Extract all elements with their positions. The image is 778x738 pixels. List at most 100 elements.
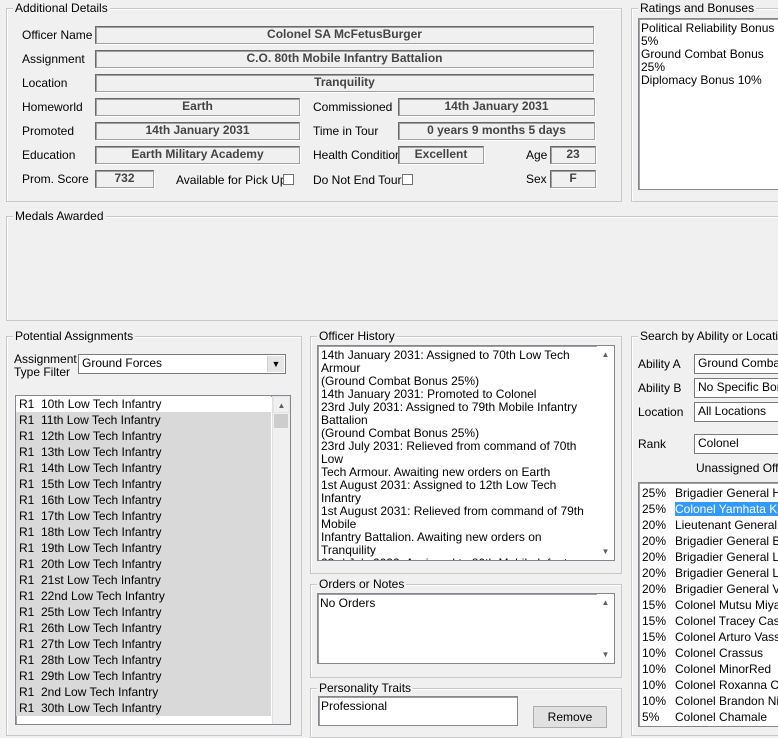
officer-row[interactable]: 10% Colonel Brandon Nich: [639, 693, 778, 709]
ability-a-dropdown[interactable]: Ground Combat B: [694, 354, 778, 374]
health-condition-value: Excellent: [398, 146, 484, 164]
list-item[interactable]: R1 14th Low Tech Infantry: [16, 460, 271, 476]
scroll-up-icon[interactable]: ▲: [273, 396, 290, 413]
officer-row[interactable]: 15% Colonel Mutsu Miya: [639, 597, 778, 613]
list-item[interactable]: R1 16th Low Tech Infantry: [16, 492, 271, 508]
list-item[interactable]: R1 10th Low Tech Infantry: [16, 396, 271, 412]
list-item[interactable]: R1 19th Low Tech Infantry: [16, 540, 271, 556]
officer-name: Brigadier General Luk: [675, 566, 778, 580]
available-for-pickup-checkbox[interactable]: [283, 174, 294, 185]
search-location-label: Location: [638, 405, 684, 419]
list-item[interactable]: R1 22nd Low Tech Infantry: [16, 588, 271, 604]
orders-scrollbar[interactable]: ▲ ▼: [597, 594, 614, 663]
assignment-code: R1: [19, 653, 35, 667]
assignment-name: 2nd Low Tech Infantry: [41, 685, 159, 699]
list-item[interactable]: R1 26th Low Tech Infantry: [16, 620, 271, 636]
ratings-legend: Ratings and Bonuses: [638, 1, 757, 15]
assignment-name: 16th Low Tech Infantry: [41, 493, 162, 507]
list-item[interactable]: R1 11th Low Tech Infantry: [16, 412, 271, 428]
assignment-name: 26th Low Tech Infantry: [41, 621, 162, 635]
officer-bonus: 25%: [642, 486, 667, 500]
list-item[interactable]: R1 12th Low Tech Infantry: [16, 428, 271, 444]
list-item[interactable]: R1 29th Low Tech Infantry: [16, 668, 271, 684]
prom-score-label: Prom. Score: [22, 172, 89, 186]
do-not-end-tour-checkbox[interactable]: [402, 174, 413, 185]
officer-row[interactable]: 20% Brigadier General Luc: [639, 549, 778, 565]
officer-row[interactable]: 25% Colonel Yamhata Kim: [639, 501, 778, 517]
assignment-name: 15th Low Tech Infantry: [41, 477, 162, 491]
rank-dropdown[interactable]: Colonel: [694, 434, 778, 454]
officer-history-text[interactable]: 14th January 2031: Assigned to 70th Low …: [317, 345, 615, 561]
assignment-name: 20th Low Tech Infantry: [41, 557, 162, 571]
list-item[interactable]: R1 21st Low Tech Infantry: [16, 572, 271, 588]
search-location-dropdown[interactable]: All Locations: [694, 402, 778, 422]
assignment-type-filter-dropdown[interactable]: Ground Forces ▼: [78, 354, 286, 374]
list-item[interactable]: R1 13th Low Tech Infantry: [16, 444, 271, 460]
list-item[interactable]: R1 20th Low Tech Infantry: [16, 556, 271, 572]
officer-row[interactable]: 20% Brigadier General Luk: [639, 565, 778, 581]
assignment-code: R1: [19, 701, 35, 715]
ability-b-dropdown[interactable]: No Specific Bonu: [694, 378, 778, 398]
remove-trait-button[interactable]: Remove: [533, 706, 607, 728]
orders-notes-text[interactable]: No Orders ▲ ▼: [317, 593, 615, 664]
list-item[interactable]: R1 15th Low Tech Infantry: [16, 476, 271, 492]
assignment-code: R1: [19, 621, 35, 635]
orders-notes-legend: Orders or Notes: [317, 577, 407, 591]
list-item[interactable]: R1 25th Low Tech Infantry: [16, 604, 271, 620]
potential-assignments-scrollbar[interactable]: ▲: [272, 396, 290, 724]
officer-row[interactable]: 25% Brigadier General Hay: [639, 485, 778, 501]
location-label: Location: [22, 76, 68, 90]
ratings-list[interactable]: Political Reliability Bonus 5% Ground Co…: [638, 18, 778, 190]
trait-item: Professional: [321, 699, 388, 713]
officer-row[interactable]: 10% Colonel Roxanna Cos: [639, 677, 778, 693]
personality-traits-list[interactable]: Professional: [318, 696, 518, 726]
assignment-name: 25th Low Tech Infantry: [41, 605, 162, 619]
history-scrollbar[interactable]: ▲ ▼: [597, 346, 614, 560]
officer-row[interactable]: 15% Colonel Tracey Casal: [639, 613, 778, 629]
officer-bonus: 15%: [642, 598, 667, 612]
list-item[interactable]: R1 27th Low Tech Infantry: [16, 636, 271, 652]
assignment-name: 13th Low Tech Infantry: [41, 445, 162, 459]
officer-name: Colonel Brandon Nich: [675, 694, 778, 708]
officer-name-value: Colonel SA McFetusBurger: [95, 26, 594, 44]
list-item[interactable]: R1 18th Low Tech Infantry: [16, 524, 271, 540]
scroll-up-icon[interactable]: ▲: [597, 346, 614, 363]
age-value: 23: [550, 146, 596, 164]
assignment-name: 11th Low Tech Infantry: [41, 413, 161, 427]
assignment-code: R1: [19, 557, 35, 571]
scroll-thumb[interactable]: [274, 414, 288, 428]
officer-bonus: 10%: [642, 662, 667, 676]
officer-bonus: 5%: [642, 710, 660, 724]
officer-row[interactable]: 15% Colonel Arturo Vassal: [639, 629, 778, 645]
assignment-label: Assignment: [22, 52, 85, 66]
list-item[interactable]: R1 28th Low Tech Infantry: [16, 652, 271, 668]
scroll-up-icon[interactable]: ▲: [597, 594, 614, 611]
assignment-code: R1: [19, 413, 35, 427]
sex-label: Sex: [526, 172, 547, 186]
officer-row[interactable]: 20% Lieutenant General be: [639, 517, 778, 533]
scroll-down-icon[interactable]: ▼: [597, 543, 614, 560]
officer-row[interactable]: 20% Brigadier General Val: [639, 581, 778, 597]
assignment-code: R1: [19, 605, 35, 619]
officer-name-label: Officer Name: [22, 28, 93, 42]
assignment-name: 18th Low Tech Infantry: [41, 525, 162, 539]
officer-row[interactable]: 10% Colonel MinorRed: [639, 661, 778, 677]
potential-assignments-list[interactable]: R1 10th Low Tech Infantry R1 11th Low Tech …: [15, 395, 291, 725]
officer-row[interactable]: 10% Colonel Crassus: [639, 645, 778, 661]
officer-row[interactable]: 20% Brigadier General Bru: [639, 533, 778, 549]
assignment-code: R1: [19, 541, 35, 555]
do-not-end-tour-label: Do Not End Tour: [313, 173, 402, 187]
assignment-value: C.O. 80th Mobile Infantry Battalion: [95, 50, 594, 68]
personality-traits-legend: Personality Traits: [317, 681, 414, 695]
officer-row[interactable]: 5% Colonel Chamale: [639, 709, 778, 725]
unassigned-officers-list[interactable]: 25% Brigadier General Hay 25% Colonel Yamha…: [638, 482, 778, 727]
assignment-name: 21st Low Tech Infantry: [41, 573, 161, 587]
chevron-down-icon[interactable]: ▼: [267, 356, 284, 372]
list-item[interactable]: R1 2nd Low Tech Infantry: [16, 684, 271, 700]
list-item[interactable]: R1 30th Low Tech Infantry: [16, 700, 271, 716]
list-item[interactable]: R1 17th Low Tech Infantry: [16, 508, 271, 524]
assignment-code: R1: [19, 589, 35, 603]
history-line: 1st August 2031: Relieved from command o…: [321, 504, 584, 531]
assignment-code: R1: [19, 525, 35, 539]
scroll-down-icon[interactable]: ▼: [597, 646, 614, 663]
